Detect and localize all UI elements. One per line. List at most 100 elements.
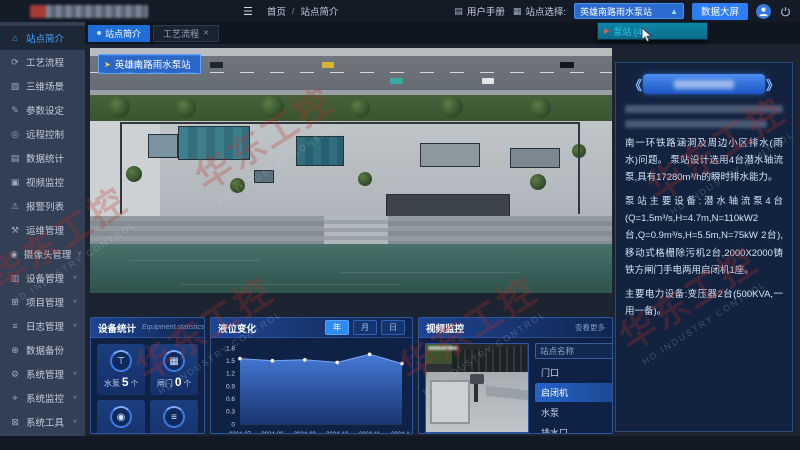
content-area: ➤ 英雄南路雨水泵站 《 》 南一环铁路涵洞及周边小区排水(雨水)问题。 泵站设… <box>85 44 800 436</box>
parameter-icon: ✎ <box>10 105 20 116</box>
equipment-stats-subtitle: Equipment statistics <box>142 324 204 331</box>
footer-bar <box>0 436 800 450</box>
chart-period-button-日[interactable]: 日 <box>381 320 405 335</box>
sidebar-item-数据统计[interactable]: ▤ 数据统计 <box>0 146 85 170</box>
sidebar-item-label: 数据备份 <box>26 343 71 357</box>
banner-left-chevrons-icon: 《 <box>629 75 642 94</box>
site-dropdown-panel: ▶ 泵站 (4) <box>597 22 708 40</box>
user-manual-link[interactable]: ▤ 用户手册 <box>454 4 505 18</box>
svg-text:2024-08: 2024-08 <box>261 432 284 434</box>
camera-name: 门口 <box>541 366 559 379</box>
equipment-unit: 个 <box>184 378 192 389</box>
chevron-down-icon: ˅ <box>73 275 77 282</box>
other-device-icon: ≡ <box>171 412 177 423</box>
camera-list-item-门口[interactable]: 门口 <box>535 363 613 382</box>
chart-data-point[interactable] <box>368 353 372 357</box>
svg-text:0.6: 0.6 <box>226 396 235 403</box>
equipment-unit: 个 <box>131 378 139 389</box>
data-bigscreen-button[interactable]: 数据大屏 <box>692 3 748 20</box>
alarm-list-icon: ⚠ <box>10 201 20 212</box>
power-logout-icon[interactable] <box>779 5 792 18</box>
chart-data-point[interactable] <box>303 358 307 362</box>
equipment-count: 2 <box>122 431 129 434</box>
dropdown-item-label: 泵站 (4) <box>613 25 645 38</box>
info-paragraph: 主要电力设备:变压器2台(500KVA,一用一备)。 <box>625 286 783 320</box>
camera-search-box <box>535 343 613 359</box>
tab-站点简介[interactable]: 站点简介 <box>88 25 150 42</box>
sidebar-item-站点简介[interactable]: ⌂ 站点简介 <box>0 26 85 50</box>
photo-river <box>90 244 612 293</box>
sidebar-item-摄像头管理[interactable]: ◉ 摄像头管理 ˅ <box>0 242 85 266</box>
sidebar-item-系统监控[interactable]: ⌖ 系统监控 ˅ <box>0 386 85 410</box>
station-name-chip[interactable]: ➤ 英雄南路雨水泵站 <box>98 54 201 74</box>
menu-toggle-icon[interactable]: ☰ <box>243 5 253 18</box>
camera-search-input[interactable] <box>540 346 613 356</box>
svg-text:0: 0 <box>231 421 235 428</box>
close-tab-icon[interactable]: ✕ <box>203 29 209 37</box>
camera-list-item-启闭机[interactable]: 启闭机 <box>535 383 613 402</box>
station-name-label: 英雄南路雨水泵站 <box>115 57 191 71</box>
chart-data-point[interactable] <box>400 362 404 366</box>
svg-text:0.3: 0.3 <box>226 409 235 416</box>
dropdown-item-pump-stations[interactable]: ▶ 泵站 (4) <box>598 23 707 39</box>
camera-list-item-排水口[interactable]: 排水口 <box>535 423 613 434</box>
sidebar-item-工艺流程[interactable]: ⟳ 工艺流程 <box>0 50 85 74</box>
log-manage-icon: ≡ <box>10 321 20 331</box>
chart-data-point[interactable] <box>271 359 275 363</box>
sidebar-item-系统管理[interactable]: ⚙ 系统管理 ˅ <box>0 362 85 386</box>
sidebar-item-label: 设备管理 <box>26 271 67 285</box>
sidebar-nav: ⌂ 站点简介 ⟳ 工艺流程 ▧ 三维场景 ✎ 参数设定 ◎ 远程控制 ▤ <box>0 22 85 436</box>
sidebar-item-设备管理[interactable]: ▥ 设备管理 ˅ <box>0 266 85 290</box>
user-avatar[interactable] <box>756 4 771 19</box>
tree-expand-icon: ▶ <box>604 27 609 35</box>
camera-list-item-水泵[interactable]: 水泵 <box>535 403 613 422</box>
tab-工艺流程[interactable]: 工艺流程 ✕ <box>153 25 219 42</box>
app-root: ☰ 首页 / 站点简介 ▤ 用户手册 ▦ 站点选择: 英雄南路雨水泵站 ▲ 数据… <box>0 0 800 450</box>
equipment-tile-闸门[interactable]: ▦ 闸门 0 个 <box>150 344 198 395</box>
equipment-tile-仪表[interactable]: ◉ 仪表 2 个 <box>97 400 145 434</box>
tab-label: 工艺流程 <box>163 27 199 40</box>
sidebar-item-系统工具[interactable]: ⊠ 系统工具 ˅ <box>0 410 85 434</box>
sidebar-item-label: 报警列表 <box>26 199 71 213</box>
banner-right-chevrons-icon: 》 <box>766 75 779 94</box>
site-select-group: ▦ 站点选择: <box>513 4 566 18</box>
sidebar-item-三维场景[interactable]: ▧ 三维场景 <box>0 74 85 98</box>
photo-building <box>178 126 250 160</box>
gate-icon: ▦ <box>169 356 178 367</box>
sidebar-item-数据备份[interactable]: ⊕ 数据备份 <box>0 338 85 362</box>
site-select-value: 英雄南路雨水泵站 <box>580 5 670 18</box>
sidebar-item-label: 数据统计 <box>26 151 71 165</box>
data-backup-icon: ⊕ <box>10 345 20 356</box>
chart-period-button-月[interactable]: 月 <box>353 320 377 335</box>
sidebar-item-项目管理[interactable]: ⊞ 项目管理 ˅ <box>0 290 85 314</box>
view-more-link[interactable]: 查看更多 <box>575 322 605 333</box>
aerial-photo: ➤ 英雄南路雨水泵站 <box>90 48 612 293</box>
sidebar-item-远程控制[interactable]: ◎ 远程控制 <box>0 122 85 146</box>
sidebar-item-label: 系统管理 <box>26 367 67 381</box>
breadcrumb-home[interactable]: 首页 <box>267 4 286 18</box>
sidebar-item-label: 摄像头管理 <box>24 247 72 261</box>
svg-text:2024-11: 2024-11 <box>359 432 381 434</box>
chart-title: 液位变化 <box>218 321 256 335</box>
data-statistics-icon: ▤ <box>10 153 20 164</box>
sidebar-item-label: 参数设定 <box>26 103 71 117</box>
camera-osd-text <box>428 346 458 350</box>
chart-data-point[interactable] <box>335 361 339 365</box>
sidebar-item-label: 三维场景 <box>26 79 71 93</box>
site-select-dropdown[interactable]: 英雄南路雨水泵站 ▲ <box>574 3 684 19</box>
sidebar-item-报警列表[interactable]: ⚠ 报警列表 <box>0 194 85 218</box>
sidebar-item-参数设定[interactable]: ✎ 参数设定 <box>0 98 85 122</box>
chart-data-point[interactable] <box>238 357 242 361</box>
equipment-tile-其他[interactable]: ≡ 其他 3 个 <box>150 400 198 434</box>
remote-control-icon: ◎ <box>10 129 20 140</box>
redacted-text-line <box>625 120 767 128</box>
camera-name: 排水口 <box>541 426 568 434</box>
sidebar-item-运维管理[interactable]: ⚒ 运维管理 <box>0 218 85 242</box>
system-monitor-icon: ⌖ <box>10 393 20 404</box>
camera-feed-image[interactable] <box>425 343 529 433</box>
svg-text:1.8: 1.8 <box>226 345 235 352</box>
equipment-tile-水泵[interactable]: ⊤ 水泵 5 个 <box>97 344 145 395</box>
chart-period-button-年[interactable]: 年 <box>325 320 349 335</box>
sidebar-item-视频监控[interactable]: ▣ 视频监控 <box>0 170 85 194</box>
sidebar-item-日志管理[interactable]: ≡ 日志管理 ˅ <box>0 314 85 338</box>
